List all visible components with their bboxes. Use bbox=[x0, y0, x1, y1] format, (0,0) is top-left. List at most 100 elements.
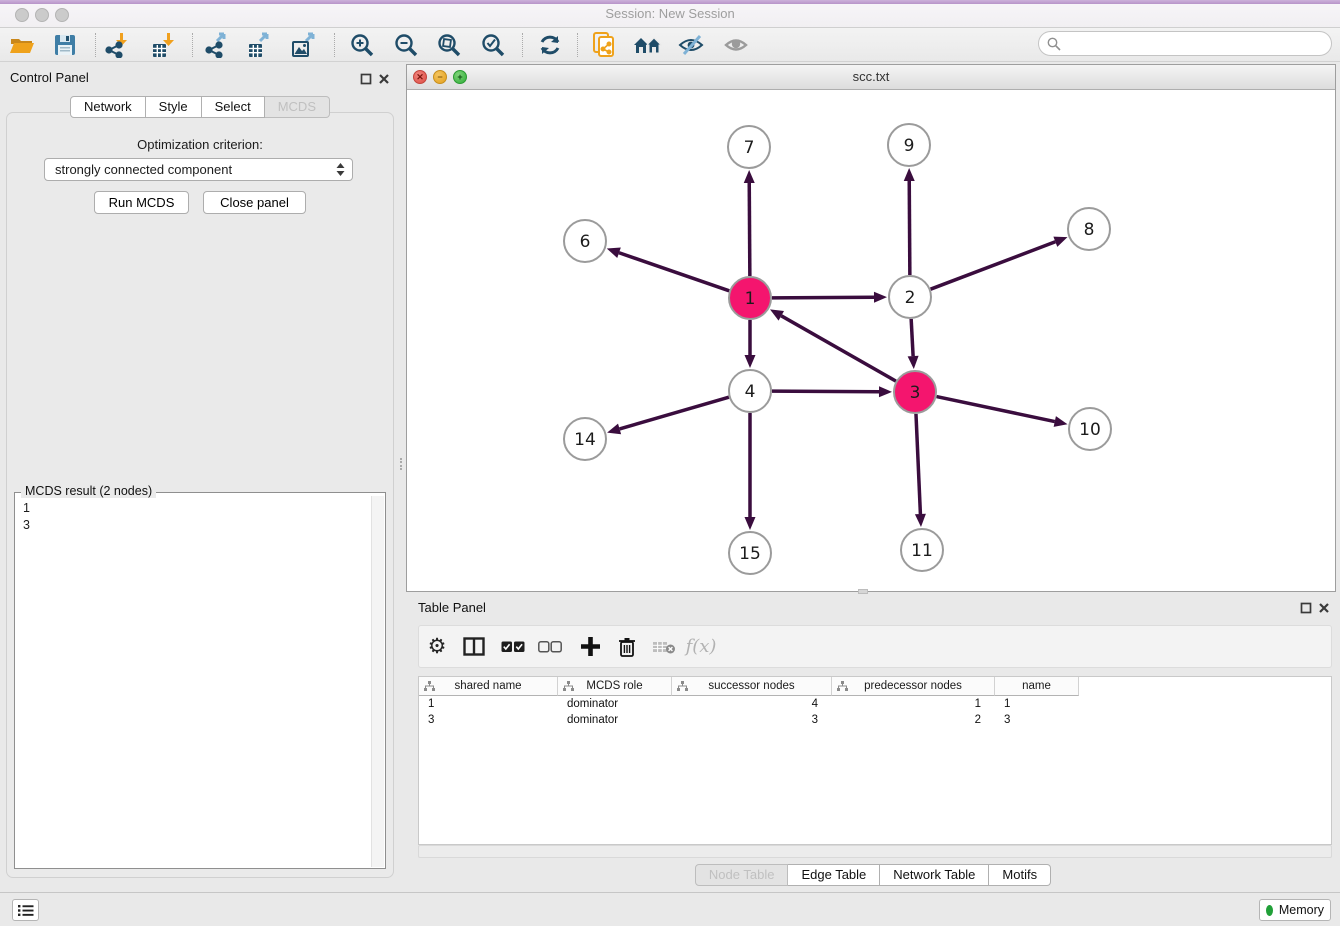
graph-edge[interactable] bbox=[911, 319, 913, 356]
tab-edge-table[interactable]: Edge Table bbox=[788, 864, 880, 886]
show-graphics-details-button[interactable] bbox=[719, 30, 755, 60]
export-network-button[interactable] bbox=[200, 30, 236, 60]
graph-node-label: 1 bbox=[745, 289, 756, 309]
scrollbar[interactable] bbox=[371, 496, 384, 867]
graph-edge[interactable] bbox=[620, 397, 729, 429]
close-table-panel-icon[interactable] bbox=[1318, 602, 1330, 614]
deselect-all-rows-button[interactable] bbox=[537, 626, 563, 667]
network-window-titlebar[interactable]: ✕ − + scc.txt bbox=[407, 65, 1335, 90]
edge-arrowhead bbox=[607, 248, 621, 258]
graph-edge[interactable] bbox=[619, 253, 729, 291]
tab-motifs[interactable]: Motifs bbox=[989, 864, 1051, 886]
graph-edge[interactable] bbox=[937, 397, 1055, 422]
close-panel-icon[interactable] bbox=[378, 73, 390, 85]
import-network-button[interactable] bbox=[100, 30, 136, 60]
gear-icon: ⚙ bbox=[428, 636, 447, 657]
network-graph[interactable]: 1234678910111415 bbox=[407, 90, 1335, 591]
import-table-button[interactable] bbox=[147, 30, 183, 60]
column-header-label: successor nodes bbox=[708, 680, 794, 692]
refresh-view-button[interactable] bbox=[532, 30, 568, 60]
criterion-select[interactable]: strongly connected component bbox=[44, 158, 353, 181]
zoom-selected-button[interactable] bbox=[475, 30, 511, 60]
toolbar-separator bbox=[192, 33, 193, 57]
horizontal-splitter-handle[interactable] bbox=[858, 589, 868, 594]
zoom-out-button[interactable] bbox=[388, 30, 424, 60]
sort-tree-icon bbox=[424, 681, 435, 692]
open-session-button[interactable] bbox=[4, 30, 40, 60]
tab-mcds[interactable]: MCDS bbox=[265, 96, 330, 118]
graph-edge[interactable] bbox=[781, 316, 896, 381]
graph-node-label: 7 bbox=[744, 138, 755, 158]
graph-edge[interactable] bbox=[772, 297, 874, 298]
graph-edge[interactable] bbox=[916, 414, 920, 514]
float-panel-icon[interactable] bbox=[360, 73, 372, 85]
mcds-result-text: 1 3 bbox=[15, 496, 371, 868]
edge-arrowhead bbox=[904, 168, 915, 181]
refresh-icon bbox=[537, 32, 563, 58]
sort-tree-icon bbox=[677, 681, 688, 692]
eye-slash-icon bbox=[678, 33, 706, 57]
column-header[interactable]: shared name bbox=[419, 677, 558, 696]
table-settings-button[interactable]: ⚙ bbox=[424, 626, 450, 667]
apply-function-button[interactable]: f(x) bbox=[684, 626, 718, 667]
columns-icon bbox=[463, 637, 485, 656]
edge-arrowhead bbox=[744, 170, 755, 183]
save-session-button[interactable] bbox=[47, 30, 83, 60]
tab-style[interactable]: Style bbox=[146, 96, 202, 118]
graph-node-label: 10 bbox=[1079, 420, 1101, 440]
edge-arrowhead bbox=[1054, 416, 1068, 427]
edge-arrowhead bbox=[908, 356, 919, 369]
tab-network[interactable]: Network bbox=[70, 96, 146, 118]
table-row[interactable]: 3dominator323 bbox=[419, 712, 1331, 728]
export-image-button[interactable] bbox=[287, 30, 323, 60]
tab-node-table[interactable]: Node Table bbox=[695, 864, 789, 886]
table-cell: 1 bbox=[419, 696, 558, 712]
graph-edge[interactable] bbox=[772, 391, 879, 392]
zoom-fit-button[interactable] bbox=[431, 30, 467, 60]
search-input[interactable] bbox=[1061, 34, 1331, 54]
export-table-button[interactable] bbox=[243, 30, 279, 60]
delete-columns-button[interactable] bbox=[614, 626, 640, 667]
tab-select[interactable]: Select bbox=[202, 96, 265, 118]
graph-edge[interactable] bbox=[931, 242, 1056, 289]
float-table-panel-icon[interactable] bbox=[1300, 602, 1312, 614]
close-panel-button[interactable]: Close panel bbox=[203, 191, 306, 214]
memory-button[interactable]: Memory bbox=[1259, 899, 1331, 921]
table-row[interactable]: 1dominator411 bbox=[419, 696, 1331, 712]
open-folder-icon bbox=[9, 33, 35, 57]
checked-boxes-icon bbox=[501, 641, 525, 653]
vertical-splitter-handle[interactable] bbox=[400, 458, 405, 470]
select-all-rows-button[interactable] bbox=[500, 626, 526, 667]
column-header-label: name bbox=[1022, 680, 1051, 692]
network-overview-button[interactable] bbox=[630, 30, 666, 60]
zoom-in-button[interactable] bbox=[344, 30, 380, 60]
column-header[interactable]: name bbox=[995, 677, 1079, 696]
graph-edge[interactable] bbox=[749, 183, 750, 276]
hide-graphics-details-button[interactable] bbox=[674, 30, 710, 60]
clone-network-button[interactable] bbox=[587, 30, 623, 60]
toolbar-separator bbox=[334, 33, 335, 57]
toggle-columns-button[interactable] bbox=[461, 626, 487, 667]
task-history-button[interactable] bbox=[12, 899, 39, 921]
table-cell: 1 bbox=[832, 696, 995, 712]
export-network-icon bbox=[205, 32, 231, 58]
control-panel-tabs: Network Style Select MCDS bbox=[0, 96, 400, 118]
list-icon bbox=[18, 904, 34, 917]
edge-arrowhead bbox=[874, 292, 887, 303]
graph-node-label: 6 bbox=[580, 232, 591, 252]
add-column-button[interactable] bbox=[577, 626, 603, 667]
column-header[interactable]: predecessor nodes bbox=[832, 677, 995, 696]
network-canvas[interactable]: 1234678910111415 bbox=[407, 90, 1335, 591]
column-header[interactable]: successor nodes bbox=[672, 677, 832, 696]
main-toolbar bbox=[0, 28, 1340, 62]
table-toolbar: ⚙ bbox=[418, 625, 1332, 668]
column-header-label: MCDS role bbox=[586, 680, 642, 692]
table-horizontal-scrollbar[interactable] bbox=[418, 845, 1332, 858]
graph-edge[interactable] bbox=[909, 181, 910, 275]
column-header[interactable]: MCDS role bbox=[558, 677, 672, 696]
table-panel-title: Table Panel bbox=[418, 600, 486, 615]
edge-arrowhead bbox=[915, 514, 926, 527]
delete-table-button[interactable] bbox=[651, 626, 677, 667]
run-mcds-button[interactable]: Run MCDS bbox=[94, 191, 189, 214]
tab-network-table[interactable]: Network Table bbox=[880, 864, 989, 886]
